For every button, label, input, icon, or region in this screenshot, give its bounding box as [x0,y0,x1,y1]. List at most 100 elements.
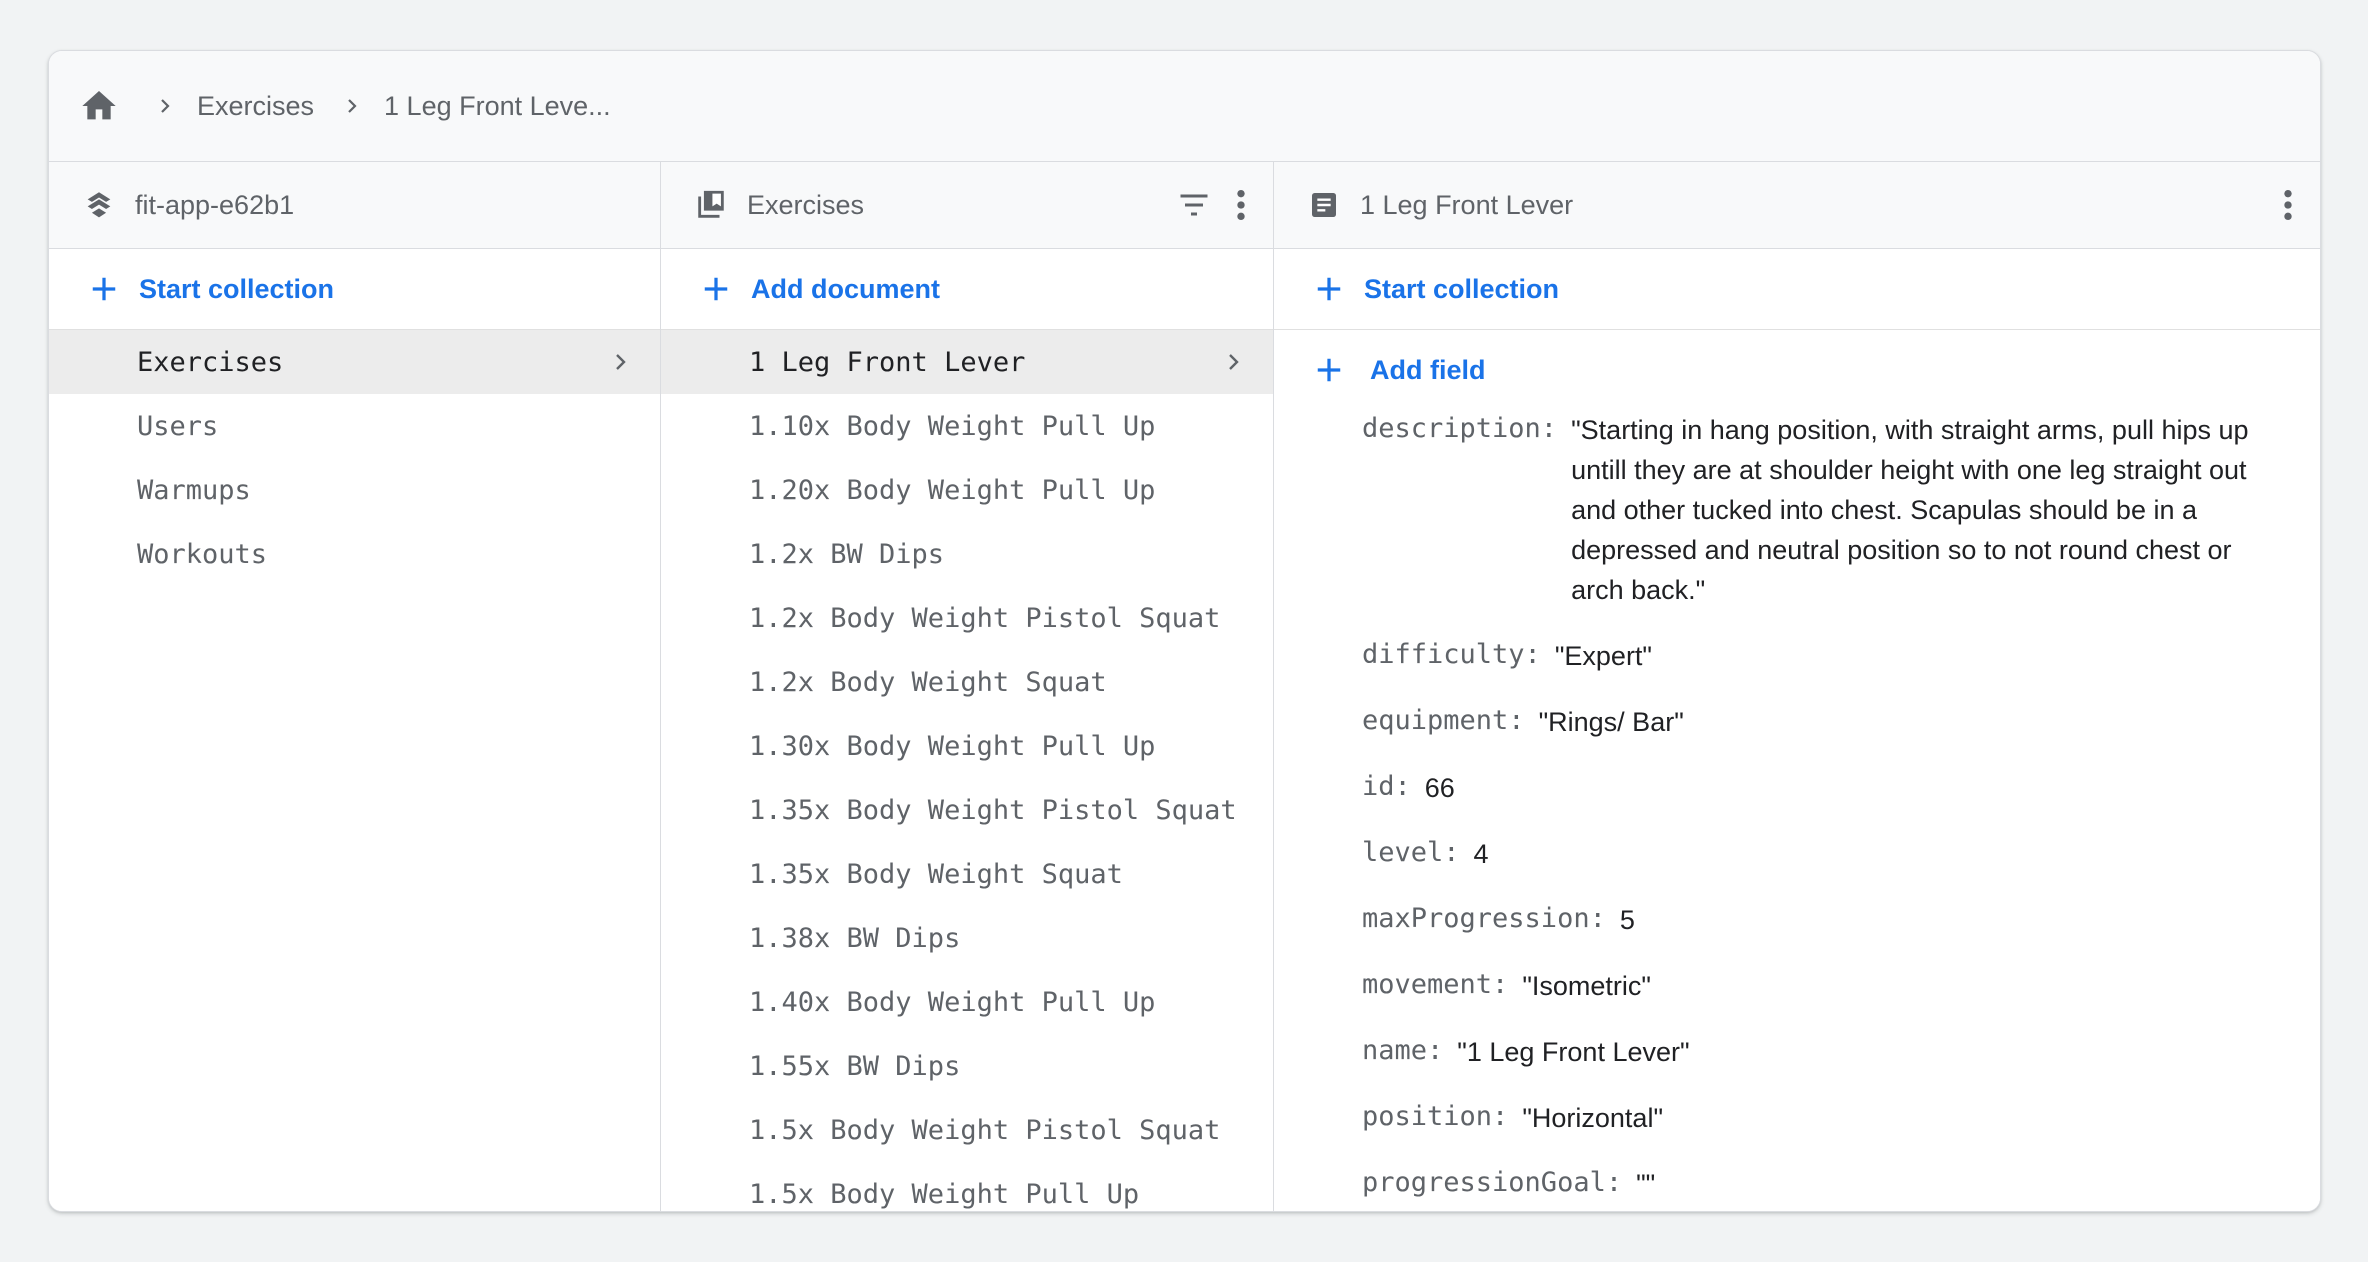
field-key: equipment: [1362,705,1525,736]
document-item[interactable]: 1 Leg Front Lever [661,330,1273,394]
field-key: position: [1362,1101,1509,1132]
document-item-label: 1.35x Body Weight Squat [749,858,1123,890]
field-value: 4 [1473,839,1489,869]
firestore-logo-icon [81,187,117,223]
document-icon [1306,187,1342,223]
field-row[interactable]: description: "Starting in hang position,… [1362,410,2292,610]
document-item[interactable]: 1.5x Body Weight Pull Up [661,1162,1273,1211]
add-field-label: Add field [1370,354,1486,385]
document-item[interactable]: 1.2x BW Dips [661,522,1273,586]
collection-item-users[interactable]: Users [49,394,660,458]
document-title: 1 Leg Front Lever [1360,189,1574,220]
document-item[interactable]: 1.2x Body Weight Squat [661,650,1273,714]
field-list: description: "Starting in hang position,… [1274,410,2320,1204]
more-vert-icon[interactable] [2278,186,2298,224]
document-item-label: 1.38x BW Dips [749,922,961,954]
document-item[interactable]: 1.10x Body Weight Pull Up [661,394,1273,458]
field-row[interactable]: position: "Horizontal" [1362,1098,2292,1138]
collection-column-header: Exercises [661,162,1273,249]
document-column-header: 1 Leg Front Lever [1274,162,2320,249]
filter-icon[interactable] [1175,186,1213,224]
add-field-button[interactable]: Add field [1274,330,2320,410]
document-item-label: 1.2x Body Weight Squat [749,666,1107,698]
more-vert-icon[interactable] [1231,186,1251,224]
field-key: difficulty: [1362,639,1541,670]
document-list: 1 Leg Front Lever 1.10x Body Weight Pull… [661,330,1273,1211]
field-value: "Expert" [1554,641,1653,671]
field-row[interactable]: difficulty: "Expert" [1362,636,2292,676]
field-row[interactable]: maxProgression: 5 [1362,900,2292,940]
field-row[interactable]: id: 66 [1362,768,2292,808]
chevron-right-icon [153,94,177,118]
field-key: description: [1362,413,1558,444]
collection-item-label: Workouts [137,538,268,570]
document-item-label: 1.2x BW Dips [749,538,945,570]
firestore-data-panel: Exercises 1 Leg Front Leve... fit-app-e6… [48,50,2321,1212]
document-item-label: 1.2x Body Weight Pistol Squat [749,602,1221,634]
document-item-label: 1.5x Body Weight Pistol Squat [749,1114,1221,1146]
chevron-right-icon [340,94,364,118]
field-value: "Rings/ Bar" [1538,707,1684,737]
collection-item-workouts[interactable]: Workouts [49,522,660,586]
breadcrumb: Exercises 1 Leg Front Leve... [49,51,2320,162]
plus-icon [87,272,121,306]
collection-item-exercises[interactable]: Exercises [49,330,660,394]
breadcrumb-item-collection[interactable]: Exercises [197,91,314,122]
field-row[interactable]: level: 4 [1362,834,2292,874]
field-value: 5 [1619,905,1635,935]
document-item[interactable]: 1.2x Body Weight Pistol Squat [661,586,1273,650]
collection-item-label: Exercises [137,346,284,378]
field-key: maxProgression: [1362,903,1606,934]
document-item[interactable]: 1.35x Body Weight Squat [661,842,1273,906]
plus-icon [699,272,733,306]
document-item-label: 1.5x Body Weight Pull Up [749,1178,1140,1210]
document-item-label: 1.20x Body Weight Pull Up [749,474,1156,506]
document-item-label: 1.40x Body Weight Pull Up [749,986,1156,1018]
document-item[interactable]: 1.5x Body Weight Pistol Squat [661,1098,1273,1162]
home-icon[interactable] [79,86,119,126]
field-row[interactable]: movement: "Isometric" [1362,966,2292,1006]
document-item[interactable]: 1.30x Body Weight Pull Up [661,714,1273,778]
field-key: movement: [1362,969,1509,1000]
collection-list: Exercises Users Warmups Workouts [49,330,660,586]
plus-icon [1312,272,1346,306]
field-value: 66 [1424,773,1455,803]
field-row[interactable]: name: "1 Leg Front Lever" [1362,1032,2292,1072]
field-value: "Horizontal" [1522,1103,1664,1133]
start-subcollection-button[interactable]: Start collection [1274,249,2320,330]
collection-item-warmups[interactable]: Warmups [49,458,660,522]
field-key: id: [1362,771,1411,802]
document-item[interactable]: 1.40x Body Weight Pull Up [661,970,1273,1034]
field-value: "1 Leg Front Lever" [1457,1037,1690,1067]
add-document-label: Add document [751,273,940,304]
root-column-header: fit-app-e62b1 [49,162,660,249]
document-item[interactable]: 1.20x Body Weight Pull Up [661,458,1273,522]
breadcrumb-item-document[interactable]: 1 Leg Front Leve... [384,91,611,122]
collection-item-label: Warmups [137,474,251,506]
chevron-right-icon [616,354,626,370]
field-row[interactable]: progressionGoal: "" [1362,1164,2292,1204]
document-item-label: 1.55x BW Dips [749,1050,961,1082]
field-key: name: [1362,1035,1444,1066]
chevron-right-icon [1229,354,1239,370]
document-item-label: 1.10x Body Weight Pull Up [749,410,1156,442]
document-item[interactable]: 1.38x BW Dips [661,906,1273,970]
project-title: fit-app-e62b1 [135,189,295,220]
field-key: progressionGoal: [1362,1167,1623,1198]
add-document-button[interactable]: Add document [661,249,1273,330]
document-item[interactable]: 1.55x BW Dips [661,1034,1273,1098]
field-value: "Isometric" [1522,971,1651,1001]
field-value: "" [1636,1169,1656,1199]
collection-item-label: Users [137,410,219,442]
plus-icon [1312,353,1346,387]
document-item-label: 1.30x Body Weight Pull Up [749,730,1156,762]
start-collection-button[interactable]: Start collection [49,249,660,330]
document-item[interactable]: 1.35x Body Weight Pistol Squat [661,778,1273,842]
field-value: "Starting in hang position, with straigh… [1571,415,2249,605]
field-key: level: [1362,837,1460,868]
start-collection-label: Start collection [1364,273,1560,304]
collection-title: Exercises [747,189,865,220]
document-item-label: 1.35x Body Weight Pistol Squat [749,794,1237,826]
field-row[interactable]: equipment: "Rings/ Bar" [1362,702,2292,742]
root-column: fit-app-e62b1 Start collection Exercises… [49,162,661,1211]
